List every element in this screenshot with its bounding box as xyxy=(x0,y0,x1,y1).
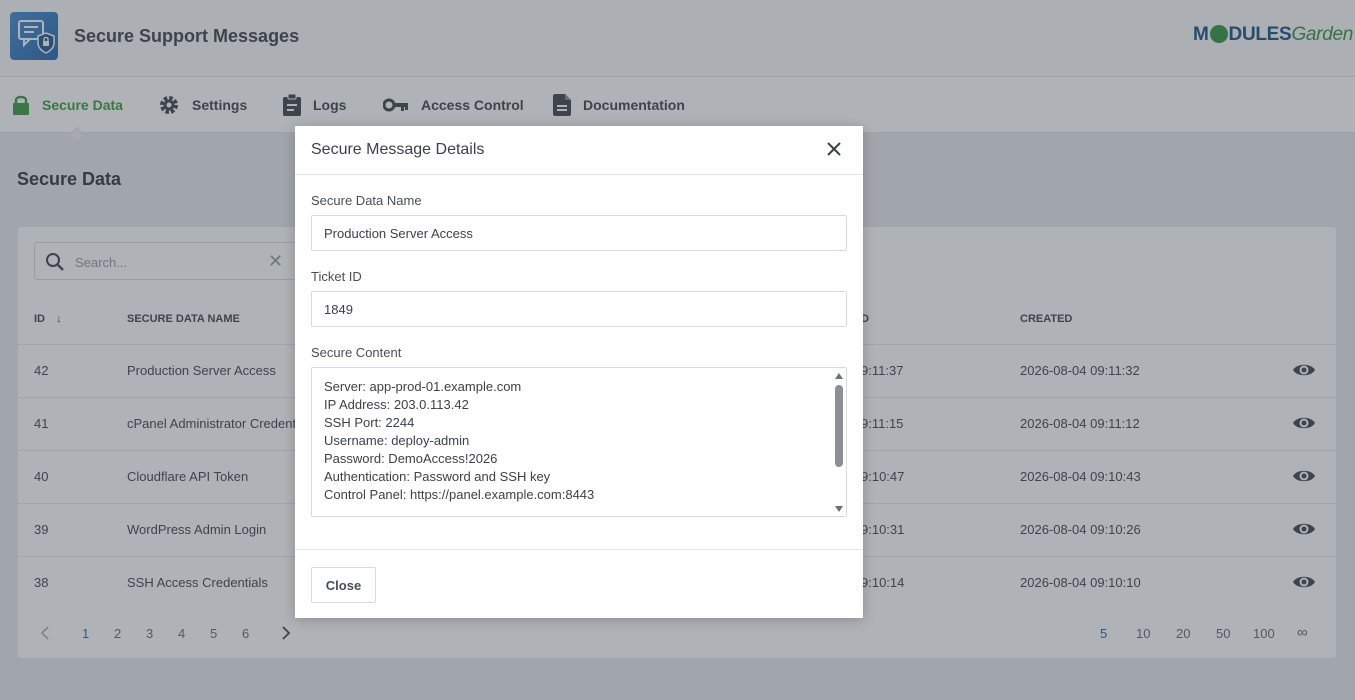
secure-content-textarea[interactable]: Server: app-prod-01.example.com IP Addre… xyxy=(311,367,847,517)
modal-title: Secure Message Details xyxy=(311,141,485,158)
textarea-scrollbar[interactable] xyxy=(834,371,845,514)
close-button[interactable]: Close xyxy=(311,567,376,603)
secure-content-label: Secure Content xyxy=(311,345,402,360)
content-line: Username: deploy-admin xyxy=(324,433,470,448)
content-line: Server: app-prod-01.example.com xyxy=(324,379,522,394)
content-line: Authentication: Password and SSH key xyxy=(324,469,551,484)
scrollbar-thumb[interactable] xyxy=(835,385,843,467)
secure-content-text: Server: app-prod-01.example.com IP Addre… xyxy=(324,378,594,504)
secure-message-details-modal: Secure Message Details Secure Data Name … xyxy=(295,126,863,618)
ticket-id-field[interactable] xyxy=(311,291,847,327)
content-line: SSH Port: 2244 xyxy=(324,415,415,430)
scroll-up-arrow-icon[interactable] xyxy=(835,373,843,379)
modal-footer: Close xyxy=(295,549,863,618)
scroll-down-arrow-icon[interactable] xyxy=(835,506,843,512)
secure-data-name-field[interactable] xyxy=(311,215,847,251)
content-line: Password: DemoAccess!2026 xyxy=(324,451,498,466)
ticket-id-label: Ticket ID xyxy=(311,269,362,284)
modal-header: Secure Message Details xyxy=(295,126,863,175)
secure-data-name-label: Secure Data Name xyxy=(311,193,422,208)
close-icon[interactable] xyxy=(827,142,841,161)
content-line: Control Panel: https://panel.example.com… xyxy=(324,487,595,502)
content-line: IP Address: 203.0.113.42 xyxy=(324,397,469,412)
